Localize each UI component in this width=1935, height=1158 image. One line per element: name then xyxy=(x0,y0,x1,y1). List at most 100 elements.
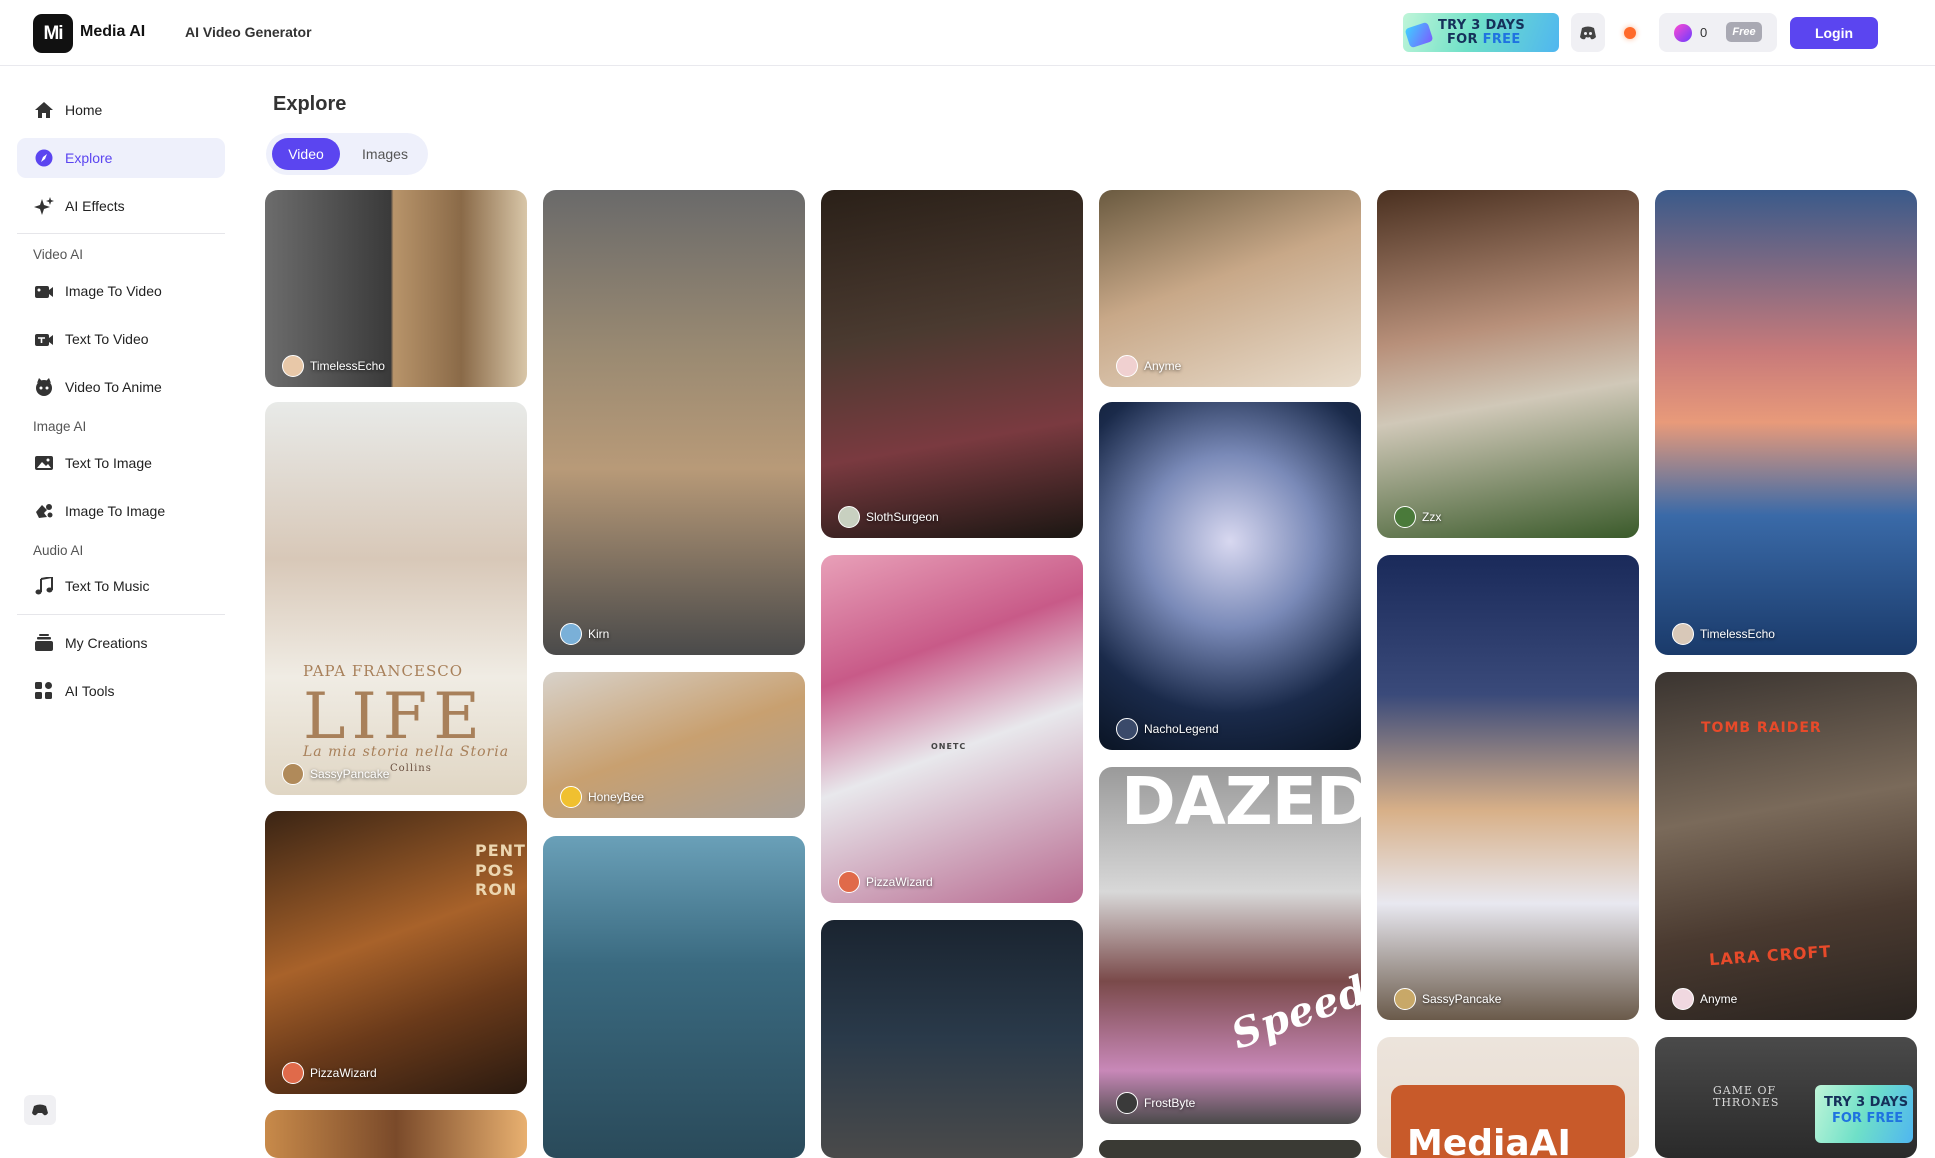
gallery-card[interactable]: NachoLegend xyxy=(1099,402,1361,750)
sidebar-item-my-creations[interactable]: My Creations xyxy=(17,623,225,663)
notification-button[interactable] xyxy=(1617,13,1643,52)
card-caption: PizzaWizard xyxy=(282,1062,377,1084)
credits-count: 0 xyxy=(1700,25,1708,40)
sidebar-item-label: My Creations xyxy=(65,635,148,651)
sidebar-item-label: Text To Image xyxy=(65,455,152,471)
gallery-card[interactable] xyxy=(543,836,805,1158)
community-button[interactable] xyxy=(24,1095,56,1125)
sidebar-item-label: Explore xyxy=(65,150,113,166)
card-overlay-text: POS RON xyxy=(475,861,518,899)
credits-coin-icon xyxy=(1674,24,1692,42)
sidebar-item-video-to-anime[interactable]: Video To Anime xyxy=(17,367,225,407)
section-label-video-ai: Video AI xyxy=(33,247,84,262)
card-caption: SassyPancake xyxy=(1394,988,1501,1010)
discord-button[interactable] xyxy=(1571,13,1605,52)
gallery-card[interactable] xyxy=(265,1110,527,1158)
card-caption: NachoLegend xyxy=(1116,718,1219,740)
sidebar-divider xyxy=(17,233,225,234)
gallery-card[interactable]: Anyme xyxy=(1099,190,1361,387)
avatar xyxy=(282,1062,304,1084)
media-ai-logo[interactable]: Mi xyxy=(33,14,73,53)
card-overlay-text: TRY 3 DAYS xyxy=(1824,1095,1909,1110)
content-type-tabs: Video Images xyxy=(266,133,428,175)
card-caption: HoneyBee xyxy=(560,786,644,808)
text-to-video-icon xyxy=(35,334,53,346)
avatar xyxy=(1672,988,1694,1010)
gallery-card[interactable]: Kirn xyxy=(543,190,805,655)
gallery-card[interactable] xyxy=(1099,1140,1361,1158)
promo-line-1: TRY 3 DAYS xyxy=(1438,18,1526,33)
free-trial-banner[interactable]: TRY 3 DAYS FOR FREE xyxy=(1403,13,1559,52)
gallery-card[interactable] xyxy=(821,920,1083,1158)
avatar xyxy=(1672,623,1694,645)
app-name[interactable]: Media AI xyxy=(80,23,145,41)
login-button[interactable]: Login xyxy=(1790,17,1878,49)
sidebar-item-image-to-image[interactable]: Image To Image xyxy=(17,491,225,531)
sidebar-item-label: AI Effects xyxy=(65,198,125,214)
sidebar-item-label: Text To Music xyxy=(65,578,150,594)
top-header: Mi Media AI AI Video Generator TRY 3 DAY… xyxy=(0,0,1935,66)
anime-icon xyxy=(36,378,52,396)
avatar xyxy=(1116,1092,1138,1114)
avatar xyxy=(838,506,860,528)
tab-video[interactable]: Video xyxy=(272,138,340,170)
card-overlay-text: LARA CROFT xyxy=(1708,941,1832,970)
gallery-card[interactable]: Zzx xyxy=(1377,190,1639,538)
gallery-card[interactable]: ONETC PizzaWizard xyxy=(821,555,1083,903)
sidebar-divider xyxy=(17,614,225,615)
card-caption: Anyme xyxy=(1672,988,1737,1010)
grid-icon xyxy=(35,682,52,699)
card-overlay-text: Collins xyxy=(390,763,432,774)
compass-icon xyxy=(35,149,53,167)
gallery-card[interactable]: MediaAI xyxy=(1377,1037,1639,1158)
avatar xyxy=(1394,988,1416,1010)
sidebar-item-text-to-image[interactable]: Text To Image xyxy=(17,443,225,483)
card-caption: TimelessEcho xyxy=(1672,623,1775,645)
sidebar-item-ai-tools[interactable]: AI Tools xyxy=(17,671,225,711)
sidebar-item-ai-effects[interactable]: AI Effects xyxy=(17,186,225,226)
gallery-card[interactable]: PAPA FRANCESCO LIFE La mia storia nella … xyxy=(265,402,527,795)
card-overlay-text: LIFE xyxy=(303,680,486,754)
section-label-image-ai: Image AI xyxy=(33,419,87,434)
status-dot-icon xyxy=(1624,26,1636,39)
card-caption: PizzaWizard xyxy=(838,871,933,893)
card-caption: Anyme xyxy=(1116,355,1181,377)
image-to-video-icon xyxy=(35,286,53,298)
sidebar-item-label: Image To Image xyxy=(65,503,166,519)
free-trial-badge[interactable]: TRY 3 DAYS FOR FREE xyxy=(1815,1085,1913,1143)
gallery-card[interactable]: SlothSurgeon xyxy=(821,190,1083,538)
gallery-card[interactable]: PENTUN POS RON PizzaWizard xyxy=(265,811,527,1094)
card-caption: FrostByte xyxy=(1116,1092,1195,1114)
avatar xyxy=(282,355,304,377)
game-controller-icon xyxy=(32,1104,48,1116)
text-to-image-icon xyxy=(35,456,53,470)
gallery-card[interactable]: DAZED Speed FrostByte xyxy=(1099,767,1361,1124)
avatar xyxy=(838,871,860,893)
sidebar-item-home[interactable]: Home xyxy=(17,90,225,130)
gallery-card[interactable]: HoneyBee xyxy=(543,672,805,818)
image-to-image-icon xyxy=(36,504,53,518)
discord-icon xyxy=(1580,26,1596,39)
promo-line-2: FOR FREE xyxy=(1447,32,1521,47)
sidebar-item-image-to-video[interactable]: Image To Video xyxy=(17,271,225,311)
card-caption: TimelessEcho xyxy=(282,355,385,377)
sidebar: Home Explore AI Effects Video AI Image T… xyxy=(0,66,240,1158)
sidebar-item-text-to-music[interactable]: Text To Music xyxy=(17,566,225,606)
card-overlay-text: ONETC xyxy=(931,742,967,751)
gallery-card[interactable]: TOMB RAIDER LARA CROFT Anyme xyxy=(1655,672,1917,1020)
gallery-card[interactable]: GAME OF THRONES TRY 3 DAYS FOR FREE xyxy=(1655,1037,1917,1158)
avatar xyxy=(1394,506,1416,528)
music-note-icon xyxy=(35,577,53,595)
credits-display[interactable]: 0 Free xyxy=(1659,13,1777,52)
sidebar-item-label: AI Tools xyxy=(65,683,115,699)
home-icon xyxy=(35,102,53,118)
gallery-card[interactable]: TimelessEcho xyxy=(1655,190,1917,655)
sidebar-item-text-to-video[interactable]: Text To Video xyxy=(17,319,225,359)
sparkles-icon xyxy=(34,197,54,215)
sidebar-item-label: Image To Video xyxy=(65,283,162,299)
tab-images[interactable]: Images xyxy=(350,138,420,170)
gallery-card[interactable]: TimelessEcho xyxy=(265,190,527,387)
card-caption: Zzx xyxy=(1394,506,1441,528)
gallery-card[interactable]: SassyPancake xyxy=(1377,555,1639,1020)
sidebar-item-explore[interactable]: Explore xyxy=(17,138,225,178)
